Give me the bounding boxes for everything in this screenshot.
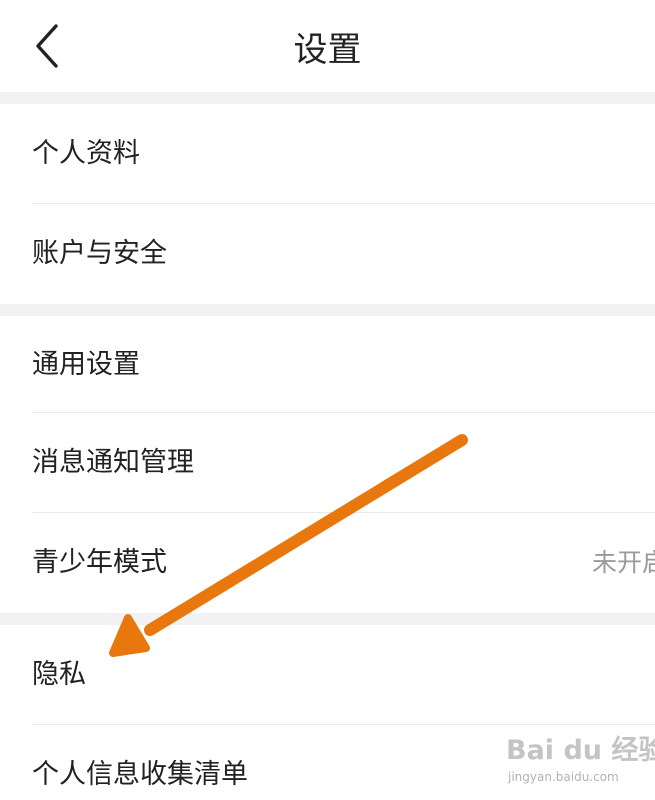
section-divider: [0, 92, 655, 104]
settings-row-label: 个人信息收集清单: [32, 759, 248, 790]
settings-screen: 设置 个人资料 账户与安全 通用设置 消息通知管理 青少年模式 未开启 隐私 个…: [0, 0, 655, 800]
settings-row-label: 通用设置: [32, 349, 140, 380]
settings-row-profile[interactable]: 个人资料: [0, 104, 655, 204]
settings-group-account: 个人资料 账户与安全: [0, 104, 655, 304]
section-divider: [0, 304, 655, 316]
settings-row-label: 账户与安全: [32, 238, 167, 269]
settings-row-label: 隐私: [32, 659, 86, 690]
settings-row-label: 青少年模式: [32, 547, 167, 578]
header-bar: 设置: [0, 0, 655, 92]
settings-row-label: 消息通知管理: [32, 447, 194, 478]
settings-row-privacy[interactable]: 隐私: [0, 625, 655, 725]
settings-row-notifications[interactable]: 消息通知管理: [0, 413, 655, 513]
section-divider: [0, 613, 655, 625]
page-title: 设置: [293, 30, 362, 70]
settings-row-label: 个人资料: [32, 138, 140, 169]
settings-row-teen-mode[interactable]: 青少年模式 未开启: [0, 513, 655, 613]
settings-row-account-security[interactable]: 账户与安全: [0, 204, 655, 304]
settings-group-general: 通用设置 消息通知管理 青少年模式 未开启: [0, 316, 655, 613]
teen-mode-status: 未开启: [592, 548, 655, 577]
settings-row-info-collection[interactable]: 个人信息收集清单: [0, 725, 655, 800]
settings-group-privacy: 隐私 个人信息收集清单: [0, 625, 655, 800]
settings-row-general[interactable]: 通用设置: [0, 316, 655, 413]
